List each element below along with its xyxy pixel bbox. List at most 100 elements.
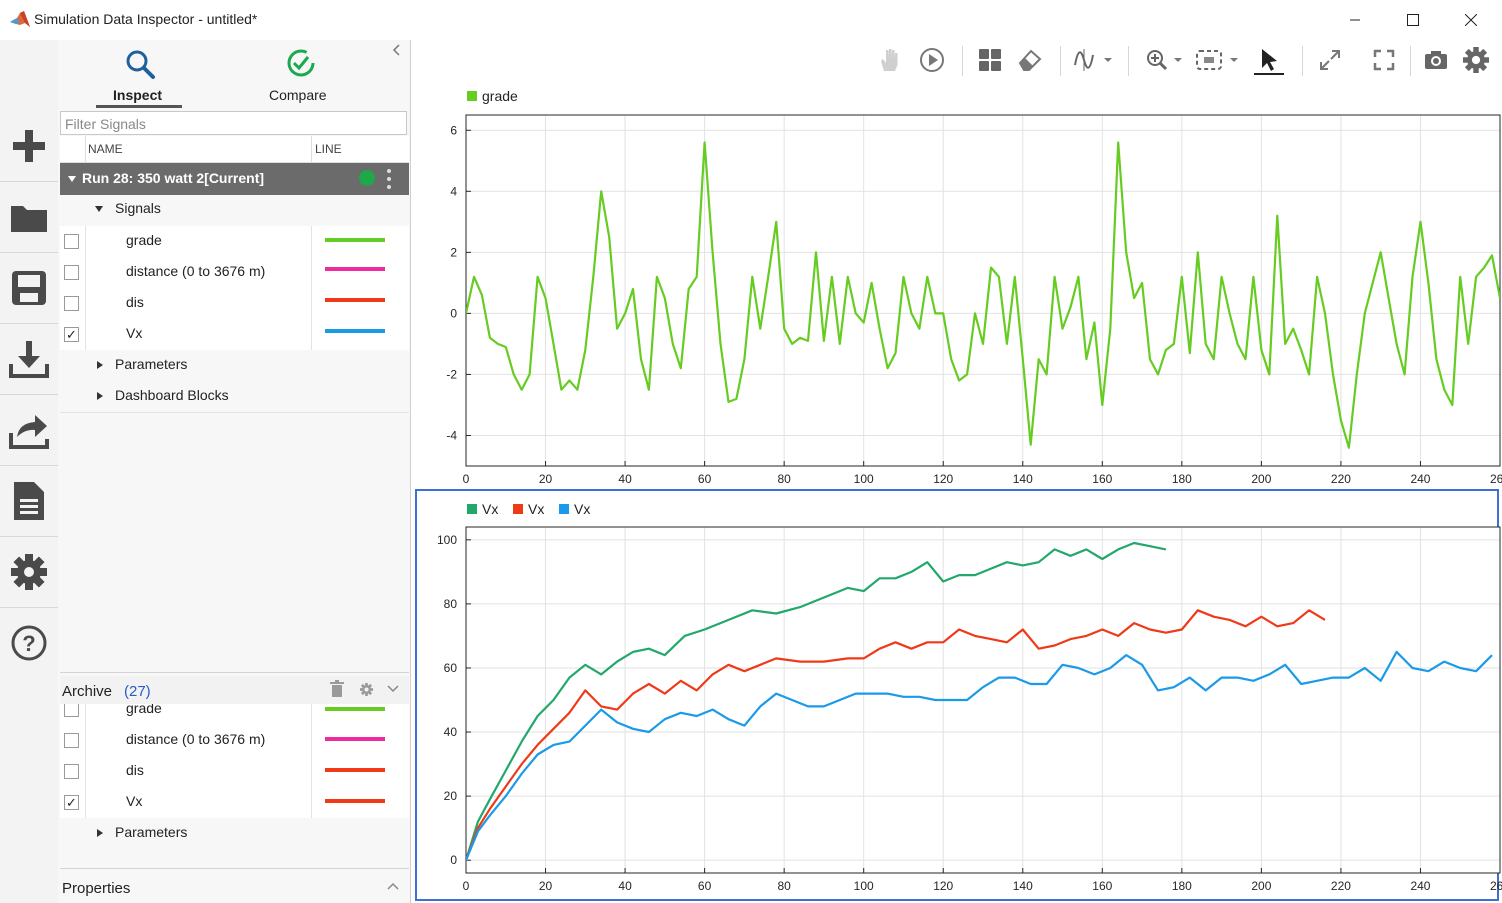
report-button[interactable] — [0, 465, 58, 537]
preferences-button[interactable] — [0, 536, 58, 608]
parameters-group[interactable]: Parameters — [60, 350, 409, 382]
run-row[interactable]: Run 28: 350 watt 2[Current] — [60, 163, 409, 195]
export-button[interactable] — [0, 394, 58, 466]
archive-row-vx[interactable]: ✓ Vx — [60, 787, 409, 819]
properties-header[interactable]: Properties — [60, 872, 409, 902]
signal-checkbox[interactable] — [64, 296, 79, 311]
line-swatch[interactable] — [325, 737, 385, 741]
fullscreen-button[interactable] — [1370, 46, 1398, 74]
x-tick-label: 180 — [1172, 472, 1192, 486]
grade-chart[interactable]: 0204060801001201401601802002202402606420… — [411, 84, 1502, 489]
zoom-button[interactable] — [1144, 46, 1184, 74]
collapse-pane-icon[interactable] — [392, 44, 402, 56]
x-tick-label: 80 — [777, 472, 791, 486]
trash-icon[interactable] — [330, 680, 344, 698]
signal-checkbox[interactable] — [64, 733, 79, 748]
gear-icon — [11, 553, 47, 590]
zoom-icon — [1147, 50, 1182, 71]
archive-list: grade distance (0 to 3676 m) dis ✓ Vx Pa… — [60, 704, 409, 849]
signal-row-grade[interactable]: grade — [60, 226, 409, 258]
filter-signals-input[interactable]: Filter Signals — [60, 111, 407, 135]
maximize-icon — [1407, 14, 1419, 26]
tab-inspect[interactable]: Inspect — [96, 46, 182, 108]
archive-header[interactable]: Archive (27) — [60, 676, 409, 704]
properties-divider[interactable] — [60, 868, 409, 869]
signal-row-vx[interactable]: ✓ Vx — [60, 319, 409, 351]
close-button[interactable] — [1442, 0, 1500, 40]
plus-icon — [13, 129, 45, 162]
archive-settings-icon[interactable] — [360, 683, 373, 696]
fit-view-icon — [1196, 50, 1238, 70]
archive-divider[interactable] — [60, 672, 409, 673]
expand-icon — [1320, 50, 1340, 70]
cursors-button[interactable] — [1072, 46, 1116, 74]
properties-label: Properties — [62, 880, 131, 897]
signal-checkbox[interactable] — [64, 234, 79, 249]
parameters-expand-icon[interactable] — [97, 361, 103, 369]
help-button[interactable]: ? — [0, 607, 58, 678]
line-swatch[interactable] — [325, 329, 385, 333]
expand-button[interactable] — [1316, 46, 1344, 74]
run-expand-icon[interactable] — [68, 176, 76, 182]
dashboard-expand-icon[interactable] — [97, 392, 103, 400]
toolbar-separator — [1302, 46, 1303, 76]
line-swatch[interactable] — [325, 298, 385, 302]
column-name-header[interactable]: NAME — [88, 142, 123, 156]
x-tick-label: 180 — [1172, 879, 1192, 893]
y-tick-label: 40 — [444, 725, 458, 739]
chevron-up-icon[interactable] — [387, 882, 399, 890]
archive-parameters-group[interactable]: Parameters — [60, 818, 409, 849]
signals-expand-icon[interactable] — [95, 206, 103, 212]
pan-button[interactable] — [876, 46, 904, 74]
dashboard-blocks-group[interactable]: Dashboard Blocks — [60, 381, 409, 413]
chevron-down-icon[interactable] — [387, 685, 399, 693]
maximize-button[interactable] — [1384, 0, 1442, 40]
visualization-settings-button[interactable] — [1462, 46, 1490, 74]
legend-label: grade — [482, 88, 518, 104]
archive-row-distance[interactable]: distance (0 to 3676 m) — [60, 725, 409, 757]
save-button[interactable] — [0, 252, 58, 324]
minimize-button[interactable] — [1326, 0, 1384, 40]
column-line-header[interactable]: LINE — [315, 142, 342, 156]
archive-row-dis[interactable]: dis — [60, 756, 409, 788]
line-swatch[interactable] — [325, 238, 385, 242]
x-tick-label: 260 — [1490, 879, 1502, 893]
snapshot-button[interactable] — [1422, 46, 1450, 74]
settings-icon — [1463, 47, 1489, 73]
open-button[interactable] — [0, 181, 58, 253]
save-icon — [12, 270, 46, 305]
x-tick-label: 240 — [1410, 879, 1430, 893]
signal-row-dis[interactable]: dis — [60, 288, 409, 320]
line-swatch[interactable] — [325, 799, 385, 803]
line-swatch[interactable] — [325, 267, 385, 271]
line-swatch[interactable] — [325, 768, 385, 772]
x-tick-label: 0 — [463, 879, 470, 893]
signal-checkbox[interactable] — [64, 704, 79, 717]
title-bar: Simulation Data Inspector - untitled* — [0, 0, 1502, 41]
archive-parameters-expand-icon[interactable] — [97, 829, 103, 837]
signal-checkbox-checked[interactable]: ✓ — [64, 327, 79, 342]
vx-chart[interactable]: 0204060801001201401601802002202402601008… — [411, 489, 1502, 903]
x-tick-label: 140 — [1013, 879, 1033, 893]
fit-to-view-button[interactable] — [1194, 46, 1242, 74]
y-tick-label: 0 — [450, 853, 457, 867]
x-tick-label: 60 — [698, 472, 712, 486]
x-tick-label: 100 — [854, 472, 874, 486]
more-options-icon[interactable] — [386, 168, 392, 190]
import-button[interactable] — [0, 323, 58, 395]
select-button[interactable] — [1252, 46, 1286, 76]
signal-checkbox-checked[interactable]: ✓ — [64, 795, 79, 810]
replay-button[interactable] — [918, 46, 946, 74]
tab-compare[interactable]: Compare — [258, 46, 344, 108]
clear-button[interactable] — [1016, 46, 1044, 74]
signal-row-distance[interactable]: distance (0 to 3676 m) — [60, 257, 409, 289]
signals-group[interactable]: Signals — [60, 195, 409, 227]
x-tick-label: 220 — [1331, 879, 1351, 893]
layout-button[interactable] — [976, 46, 1004, 74]
signal-checkbox[interactable] — [64, 265, 79, 280]
new-button[interactable] — [0, 110, 58, 182]
archive-row-grade[interactable]: grade — [60, 704, 409, 726]
minimize-icon — [1350, 19, 1360, 21]
signal-checkbox[interactable] — [64, 764, 79, 779]
line-swatch[interactable] — [325, 707, 385, 711]
